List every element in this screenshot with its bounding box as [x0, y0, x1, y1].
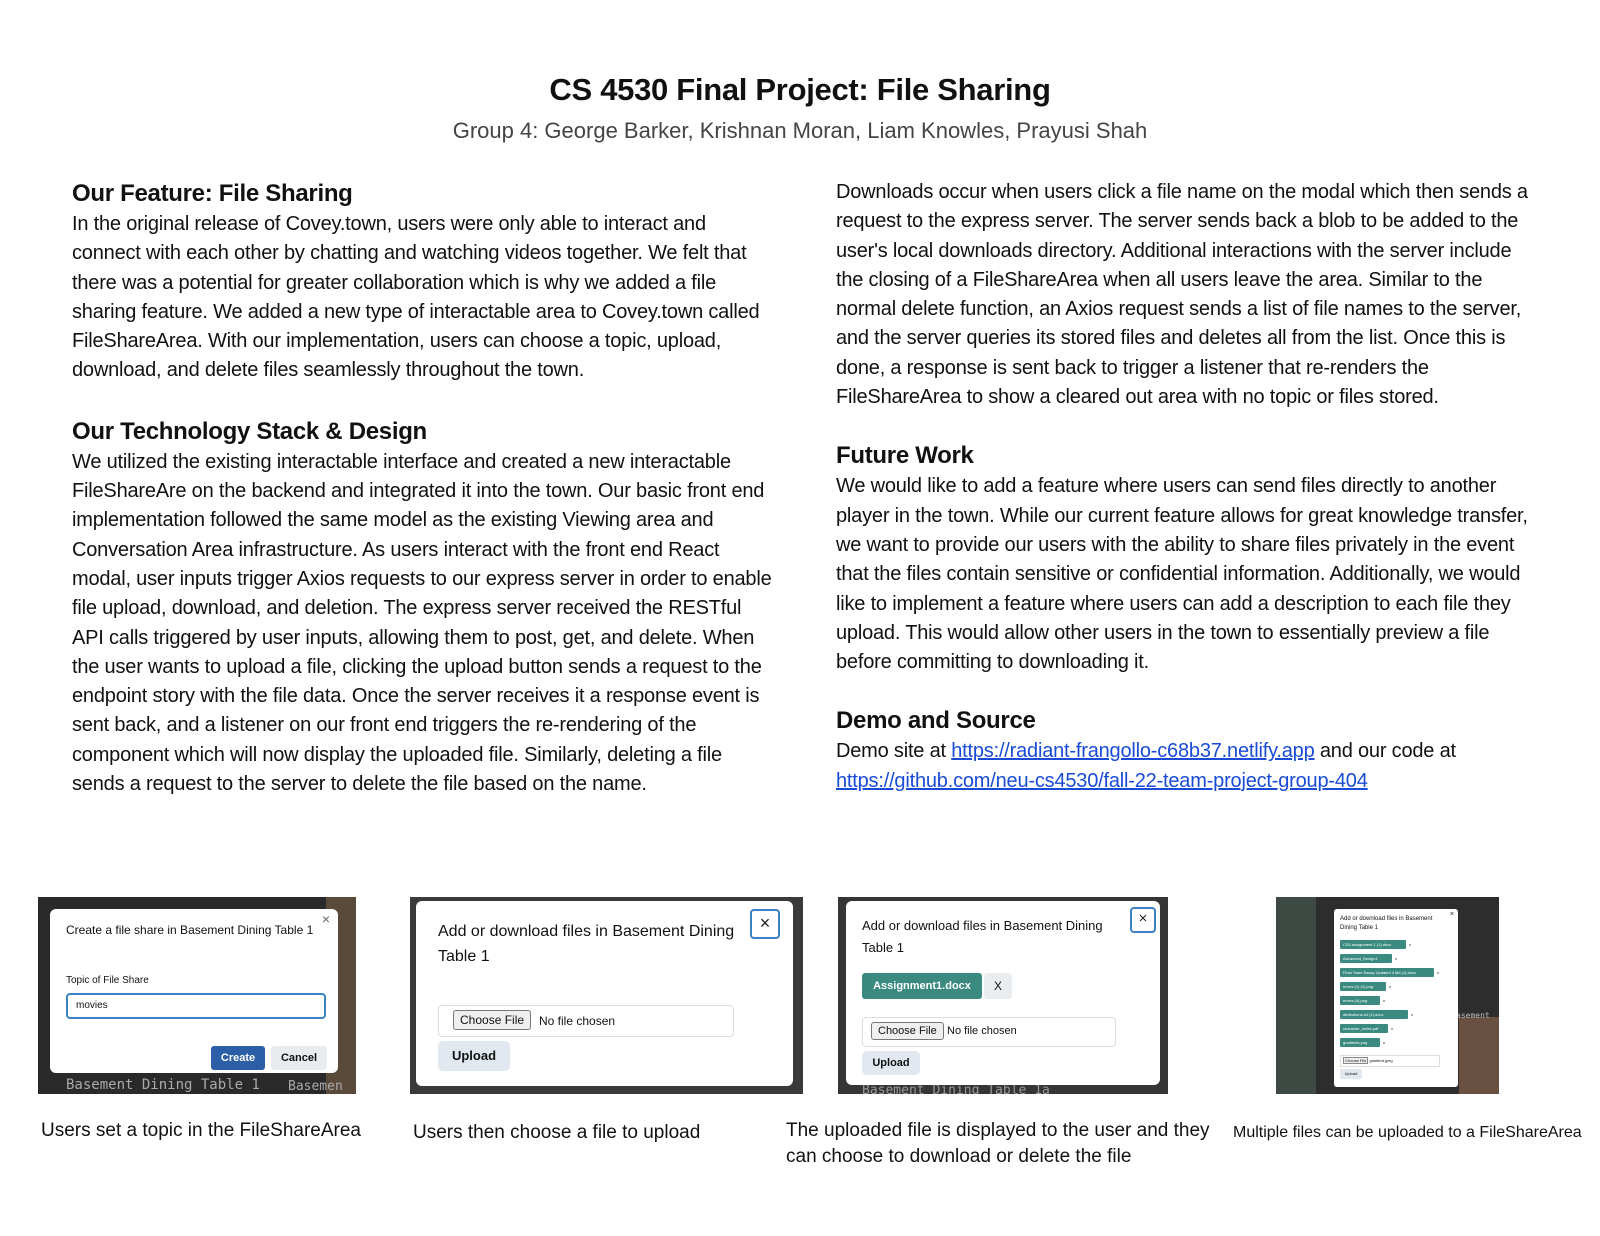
choose-file-button[interactable]: Choose File — [1343, 1057, 1369, 1064]
bg-map-label: Basement Dining Table 1 — [66, 1077, 260, 1093]
no-file-text: No file chosen — [539, 1014, 616, 1028]
file-list: CS3 assignment 1 (1).docx x Advanced_Desi… — [1340, 937, 1439, 1049]
demo-middle: and our code at — [1319, 740, 1456, 763]
file-item[interactable]: errors (4).png x — [1340, 993, 1439, 1007]
file-input[interactable]: Choose File No file chosen — [862, 1017, 1116, 1047]
page-subtitle: Group 4: George Barker, Krishnan Moran, … — [452, 118, 1148, 143]
demo-heading: Demo and Source — [836, 707, 1036, 735]
close-icon[interactable]: × — [750, 909, 780, 939]
bg-map-label: asement — [1456, 1011, 1490, 1020]
caption-4: Multiple files can be uploaded to a File… — [1233, 1124, 1582, 1141]
file-item[interactable]: attributions.txt (1).docx x — [1340, 1007, 1439, 1021]
create-modal: × Create a file share in Basement Dining… — [50, 909, 338, 1073]
upload-button[interactable]: Upload — [862, 1051, 920, 1075]
close-icon[interactable]: × — [1450, 911, 1454, 918]
chosen-file-text: gradient.jpeg — [1369, 1058, 1393, 1063]
file-list-modal: Add or download files in Basement Dining… — [846, 901, 1160, 1085]
file-item[interactable]: errors (1) (1).png x — [1340, 979, 1439, 993]
file-input[interactable]: Choose File No file chosen — [438, 1005, 734, 1037]
modal-title: Add or download files in Basement Dining… — [862, 918, 1103, 955]
stack-heading: Our Technology Stack & Design — [72, 417, 427, 445]
modal-title: Create a file share in Basement Dining T… — [66, 923, 314, 937]
file-input[interactable]: Choose File gradient.jpeg — [1340, 1055, 1440, 1067]
screenshot-create-topic: Basement Dining Table 1 Basemen × Create… — [38, 897, 356, 1094]
stack-text: We utilized the existing interactable in… — [72, 450, 772, 796]
file-item[interactable]: Final Team Essay Updated 4 6ld (1).docx x — [1340, 965, 1439, 979]
future-text: We would like to add a feature where use… — [836, 475, 1528, 674]
screenshot-multiple-files: asement Add or download files in Basemen… — [1276, 897, 1499, 1094]
upload-modal: Add or download files in Basement Dining… — [416, 901, 793, 1086]
page-title: CS 4530 Final Project: File Sharing — [549, 72, 1051, 107]
demo-prefix: Demo site at — [836, 740, 946, 763]
right-column: Downloads occur when users click a file … — [836, 178, 1536, 796]
delete-file-button[interactable]: X — [984, 973, 1012, 999]
downloads-text: Downloads occur when users click a file … — [836, 181, 1528, 409]
future-heading: Future Work — [836, 442, 974, 470]
screenshot-uploaded-file: Basement Dining Table 1a Add or download… — [838, 897, 1168, 1094]
file-item[interactable]: character_notes.pdf x — [1340, 1021, 1439, 1035]
cancel-button[interactable]: Cancel — [271, 1046, 327, 1070]
close-icon[interactable]: × — [1130, 907, 1156, 933]
demo-text: Demo site at https://radiant-frangollo-c… — [836, 737, 1536, 796]
upload-button[interactable]: Upload — [1340, 1069, 1362, 1079]
choose-file-button[interactable]: Choose File — [871, 1022, 944, 1040]
file-item[interactable]: Advanced_Design1 x — [1340, 951, 1439, 965]
file-item[interactable]: CS3 assignment 1 (1).docx x — [1340, 937, 1439, 951]
caption-2: Users then choose a file to upload — [413, 1122, 701, 1143]
demo-link[interactable]: https://radiant-frangollo-c68b37.netlify… — [951, 740, 1314, 762]
bg-map-label-2: Basemen — [288, 1079, 343, 1094]
code-link[interactable]: https://github.com/neu-cs4530/fall-22-te… — [836, 770, 1368, 792]
modal-title: Add or download files in Basement Dining… — [1340, 916, 1433, 931]
caption-3: The uploaded file is displayed to the us… — [786, 1120, 1210, 1167]
no-file-text: No file chosen — [947, 1025, 1017, 1037]
modal-title: Add or download files in Basement Dining… — [438, 923, 735, 965]
file-button[interactable]: Assignment1.docx — [862, 973, 982, 999]
caption-1: Users set a topic in the FileShareArea — [41, 1120, 361, 1141]
screenshot-choose-file: Add or download files in Basement Dining… — [410, 897, 803, 1094]
feature-text: In the original release of Covey.town, u… — [72, 213, 760, 382]
create-button[interactable]: Create — [211, 1046, 265, 1070]
topic-label: Topic of File Share — [66, 975, 149, 986]
left-column: Our Feature: File Sharing In the origina… — [72, 178, 772, 799]
upload-button[interactable]: Upload — [438, 1041, 510, 1071]
topic-input[interactable]: movies — [66, 993, 326, 1019]
multi-file-modal: Add or download files in Basement Dining… — [1334, 909, 1458, 1087]
choose-file-button[interactable]: Choose File — [453, 1010, 532, 1030]
file-item[interactable]: gradients.png x — [1340, 1035, 1439, 1049]
feature-heading: Our Feature: File Sharing — [72, 180, 353, 207]
